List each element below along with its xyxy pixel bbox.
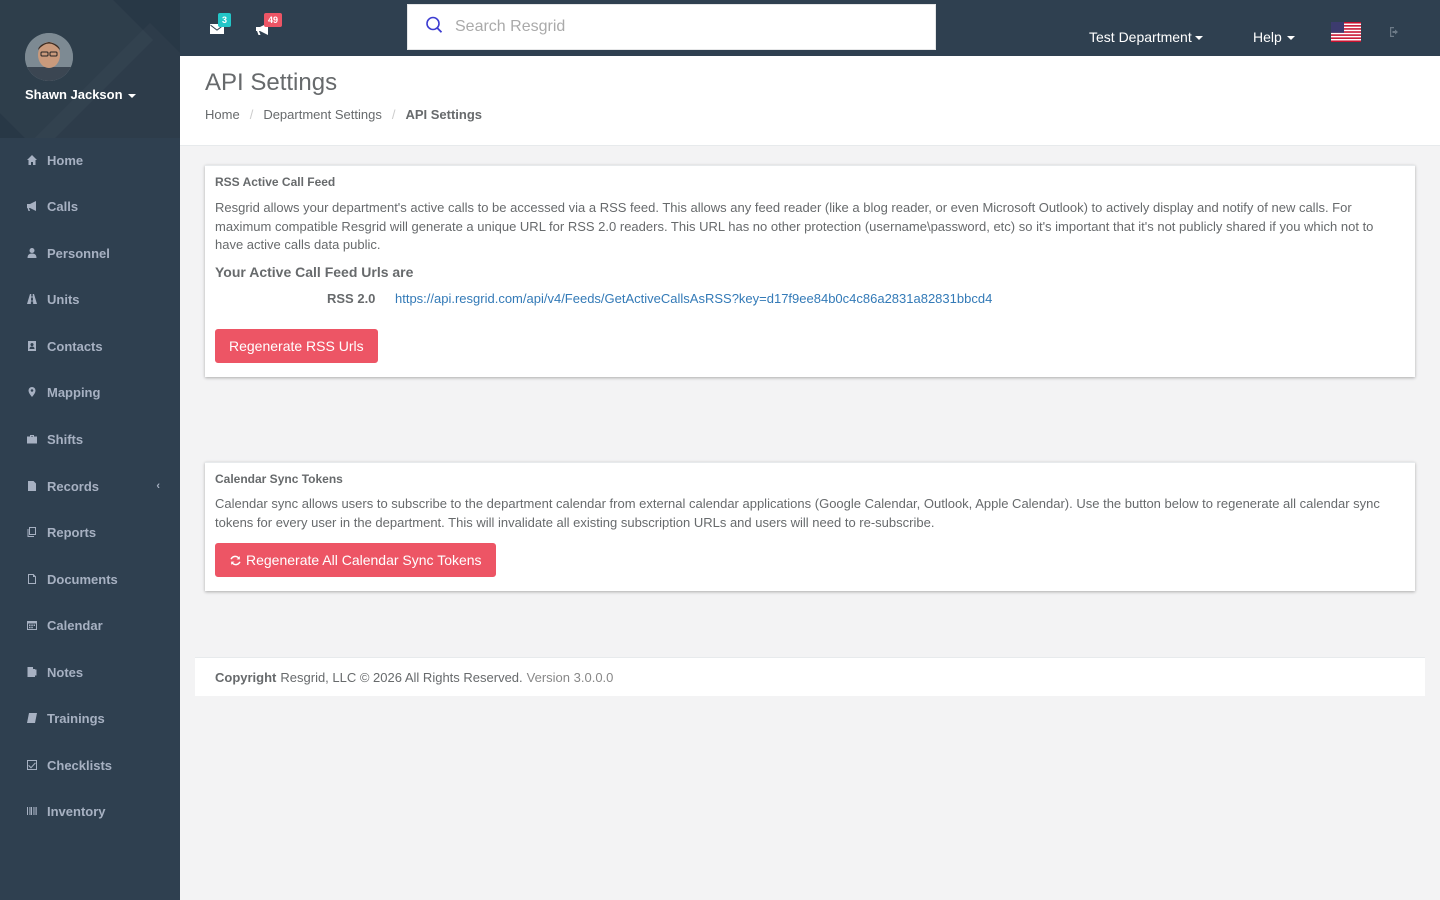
sidebar-item-label: Records xyxy=(47,478,100,494)
sidebar-item-label: Contacts xyxy=(47,338,103,354)
regenerate-calendar-tokens-label: Regenerate All Calendar Sync Tokens xyxy=(246,552,482,568)
help-menu-label: Help xyxy=(1253,29,1282,45)
road-icon xyxy=(25,292,39,306)
calendar-panel-description: Calendar sync allows users to subscribe … xyxy=(215,496,1380,530)
top-navbar: 3 49 Test Department Help xyxy=(180,0,1440,56)
sidebar-item-calls[interactable]: Calls xyxy=(0,186,180,226)
footer-copyright-text: Resgrid, LLC © 2026 All Rights Reserved. xyxy=(280,669,523,685)
sidebar: Shawn Jackson Home Calls Personnel Units… xyxy=(0,0,180,900)
sidebar-item-label: Personnel xyxy=(47,245,110,261)
rss-panel-title: RSS Active Call Feed xyxy=(215,175,336,189)
barcode-icon xyxy=(25,804,39,818)
sidebar-item-trainings[interactable]: Trainings xyxy=(0,698,180,738)
user-icon xyxy=(25,246,39,260)
calendar-icon xyxy=(25,618,39,632)
sidebar-item-personnel[interactable]: Personnel xyxy=(0,233,180,273)
file-icon xyxy=(25,479,39,493)
breadcrumb-api-settings: API Settings xyxy=(405,107,483,122)
bullhorn-icon xyxy=(25,199,39,213)
reports-icon xyxy=(25,525,39,539)
breadcrumb-department-settings[interactable]: Department Settings xyxy=(263,107,382,122)
breadcrumb-separator: / xyxy=(249,107,254,122)
user-menu[interactable]: Shawn Jackson xyxy=(25,87,136,102)
sidebar-item-reports[interactable]: Reports xyxy=(0,512,180,552)
sidebar-item-notes[interactable]: Notes xyxy=(0,652,180,692)
search-input[interactable] xyxy=(408,5,935,49)
breadcrumb-home[interactable]: Home xyxy=(205,107,240,122)
sidebar-item-label: Mapping xyxy=(47,384,101,400)
breadcrumb: Home / Department Settings / API Setting… xyxy=(205,107,482,122)
search-box xyxy=(407,4,936,50)
chevron-left-icon: ‹ xyxy=(156,480,160,492)
department-menu[interactable]: Test Department xyxy=(1089,29,1203,45)
department-menu-label: Test Department xyxy=(1089,29,1192,45)
sidebar-item-shifts[interactable]: Shifts xyxy=(0,419,180,459)
sidebar-item-label: Units xyxy=(47,291,80,307)
calls-button[interactable]: 49 xyxy=(255,13,283,39)
feed-urls-heading: Your Active Call Feed Urls are xyxy=(215,264,414,280)
briefcase-icon xyxy=(25,432,39,446)
refresh-icon xyxy=(229,554,246,567)
footer: Copyright Resgrid, LLC © 2026 All Rights… xyxy=(195,657,1425,696)
notes-icon xyxy=(25,665,39,679)
page-title: API Settings xyxy=(205,69,338,96)
sidebar-item-units[interactable]: Units xyxy=(0,279,180,319)
sign-out-icon xyxy=(1389,26,1401,41)
sidebar-item-label: Calendar xyxy=(47,617,103,633)
map-marker-icon xyxy=(25,385,39,399)
messages-count-badge: 3 xyxy=(218,13,232,27)
rss-panel-description: Resgrid allows your department's active … xyxy=(215,200,1374,252)
calendar-sync-panel: Calendar Sync Tokens Calendar sync allow… xyxy=(205,462,1415,591)
messages-button[interactable]: 3 xyxy=(209,13,232,39)
user-name: Shawn Jackson xyxy=(25,87,123,102)
sidebar-item-label: Shifts xyxy=(47,431,84,447)
regenerate-rss-urls-button[interactable]: Regenerate RSS Urls xyxy=(215,329,378,363)
check-square-icon xyxy=(25,758,39,772)
breadcrumb-separator: / xyxy=(391,107,396,122)
sidebar-item-label: Home xyxy=(47,152,84,168)
sidebar-item-label: Notes xyxy=(47,664,84,680)
rss-feed-url-link[interactable]: https://api.resgrid.com/api/v4/Feeds/Get… xyxy=(395,291,992,306)
calls-count-badge: 49 xyxy=(264,13,283,27)
sidebar-item-label: Inventory xyxy=(47,803,106,819)
search-icon xyxy=(426,16,443,33)
footer-copyright-label: Copyright xyxy=(215,669,277,685)
sidebar-item-records[interactable]: Records ‹ xyxy=(0,466,180,506)
rss-feed-label: RSS 2.0 xyxy=(327,291,376,306)
sidebar-item-label: Trainings xyxy=(47,710,105,726)
logout-button[interactable] xyxy=(1389,26,1401,41)
sidebar-item-label: Documents xyxy=(47,571,118,587)
book-icon xyxy=(25,711,39,725)
us-flag-icon[interactable] xyxy=(1331,22,1361,42)
avatar[interactable] xyxy=(25,33,73,81)
sidebar-item-contacts[interactable]: Contacts xyxy=(0,326,180,366)
sidebar-item-documents[interactable]: Documents xyxy=(0,559,180,599)
calendar-panel-title: Calendar Sync Tokens xyxy=(215,472,343,486)
caret-down-icon xyxy=(127,93,136,98)
sidebar-item-label: Reports xyxy=(47,524,97,540)
sidebar-item-mapping[interactable]: Mapping xyxy=(0,372,180,412)
sidebar-item-inventory[interactable]: Inventory xyxy=(0,791,180,831)
address-book-icon xyxy=(25,339,39,353)
sidebar-item-checklists[interactable]: Checklists xyxy=(0,745,180,785)
profile-header: Shawn Jackson xyxy=(0,0,180,138)
caret-down-icon xyxy=(1286,36,1295,41)
page-heading: API Settings Home / Department Settings … xyxy=(180,56,1440,146)
caret-down-icon xyxy=(1194,36,1203,41)
help-menu[interactable]: Help xyxy=(1253,29,1295,45)
sidebar-item-calendar[interactable]: Calendar xyxy=(0,605,180,645)
document-icon xyxy=(25,572,39,586)
sidebar-item-label: Checklists xyxy=(47,757,113,773)
footer-version: Version 3.0.0.0 xyxy=(526,669,614,685)
sidebar-item-label: Calls xyxy=(47,198,79,214)
regenerate-calendar-tokens-button[interactable]: Regenerate All Calendar Sync Tokens xyxy=(215,543,496,577)
home-icon xyxy=(25,153,39,167)
sidebar-item-home[interactable]: Home xyxy=(0,140,180,180)
rss-feed-panel: RSS Active Call Feed Resgrid allows your… xyxy=(205,165,1415,377)
